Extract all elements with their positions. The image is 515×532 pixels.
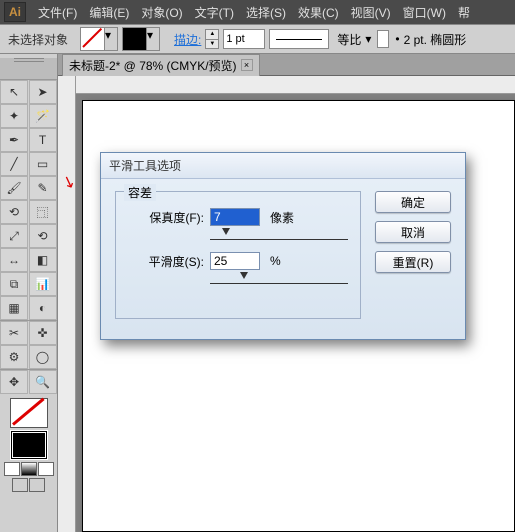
menu-file[interactable]: 文件(F) bbox=[32, 4, 83, 21]
proportion-label[interactable]: 等比 bbox=[337, 31, 361, 48]
spinner-up-icon[interactable]: ▲ bbox=[206, 30, 218, 40]
smoothness-label: 平滑度(S): bbox=[128, 253, 204, 270]
none-mode-icon[interactable] bbox=[38, 462, 54, 476]
free-transform-tool[interactable]: ◧ bbox=[29, 248, 57, 272]
fill-dropdown-icon[interactable]: ▾ bbox=[105, 28, 117, 50]
smoothness-slider[interactable] bbox=[210, 276, 348, 284]
screen-mode-icon[interactable] bbox=[12, 478, 28, 492]
pen-tool[interactable]: ✒ bbox=[0, 128, 28, 152]
fidelity-slider[interactable] bbox=[210, 232, 348, 240]
menu-object[interactable]: 对象(O) bbox=[135, 4, 188, 21]
proportion-dropdown-icon[interactable]: ▾ bbox=[365, 32, 371, 46]
stroke-color-swatch[interactable] bbox=[10, 430, 48, 460]
smoothness-unit: % bbox=[270, 254, 281, 268]
control-bar: 未选择对象 ▾ ▾ 描边: ▲▼ 等比 ▾ • 2 pt. 椭圆形 bbox=[0, 24, 515, 54]
stroke-dropdown-icon[interactable]: ▾ bbox=[147, 28, 159, 50]
separator-icon bbox=[377, 30, 389, 48]
document-tab-bar: 未标题-2* @ 78% (CMYK/预览) × bbox=[0, 54, 515, 76]
screen-mode-icon[interactable] bbox=[29, 478, 45, 492]
type-tool[interactable]: T bbox=[29, 128, 57, 152]
cancel-button[interactable]: 取消 bbox=[375, 221, 451, 243]
menubar: Ai 文件(F) 编辑(E) 对象(O) 文字(T) 选择(S) 效果(C) 视… bbox=[0, 0, 515, 24]
color-mode-icon[interactable] bbox=[4, 462, 20, 476]
dot-icon: • bbox=[395, 32, 399, 46]
width-tool[interactable]: ↔ bbox=[0, 248, 28, 272]
stroke-swatch-group[interactable]: ▾ bbox=[122, 27, 160, 51]
menu-view[interactable]: 视图(V) bbox=[345, 4, 397, 21]
reset-button[interactable]: 重置(R) bbox=[375, 251, 451, 273]
pencil-tool[interactable]: ✎ bbox=[29, 176, 57, 200]
menu-window[interactable]: 窗口(W) bbox=[397, 4, 452, 21]
eraser-tool[interactable]: ⿹ bbox=[29, 200, 57, 224]
fidelity-label: 保真度(F): bbox=[128, 209, 204, 226]
rotate-tool[interactable]: ⤢ bbox=[0, 224, 28, 248]
dialog-title[interactable]: 平滑工具选项 bbox=[101, 153, 465, 179]
menu-select[interactable]: 选择(S) bbox=[240, 4, 292, 21]
toolbox: ↖ ➤ ✦ 🪄 ✒ T ╱ ▭ 🖌 ✎ ⟲ ⿹ ⤢ ⟲ ↔ ◧ ⧉ 📊 ▦ ◐ … bbox=[0, 54, 58, 532]
fill-color-swatch[interactable] bbox=[10, 398, 48, 428]
fidelity-unit: 像素 bbox=[270, 209, 294, 226]
stroke-style-preview[interactable] bbox=[269, 29, 329, 49]
fidelity-input[interactable] bbox=[210, 208, 260, 226]
rectangle-tool[interactable]: ▭ bbox=[29, 152, 57, 176]
lasso-tool[interactable]: 🪄 bbox=[29, 104, 57, 128]
toolbox-handle[interactable] bbox=[0, 58, 57, 80]
eyedropper-tool[interactable]: ✂ bbox=[0, 321, 28, 345]
artboard-tool[interactable]: ✥ bbox=[0, 370, 28, 394]
selection-tool[interactable]: ↖ bbox=[0, 80, 28, 104]
menu-effect[interactable]: 效果(C) bbox=[292, 4, 345, 21]
slider-thumb-icon[interactable] bbox=[222, 228, 230, 235]
zoom-tool[interactable]: 🔍 bbox=[29, 370, 57, 394]
tolerance-group: 容差 保真度(F): 像素 平滑度(S): % bbox=[115, 191, 361, 319]
selection-label: 未选择对象 bbox=[8, 31, 68, 48]
ruler-horizontal[interactable] bbox=[76, 76, 515, 94]
mesh-tool[interactable]: ▦ bbox=[0, 296, 28, 320]
gradient-tool[interactable]: ◐ bbox=[29, 296, 57, 320]
stroke-weight-input[interactable] bbox=[223, 29, 265, 49]
ruler-vertical[interactable] bbox=[58, 76, 76, 532]
column-graph-tool[interactable]: ◯ bbox=[29, 345, 57, 369]
app-logo: Ai bbox=[4, 2, 26, 22]
perspective-grid-tool[interactable]: 📊 bbox=[29, 272, 57, 296]
stroke-weight-spinner[interactable]: ▲▼ bbox=[205, 29, 219, 49]
menu-type[interactable]: 文字(T) bbox=[189, 4, 240, 21]
menu-help[interactable]: 帮 bbox=[452, 4, 476, 21]
shape-builder-tool[interactable]: ⧉ bbox=[0, 272, 28, 296]
stroke-black-icon[interactable] bbox=[123, 28, 147, 50]
blend-tool[interactable]: ✜ bbox=[29, 321, 57, 345]
ok-button[interactable]: 确定 bbox=[375, 191, 451, 213]
menu-edit[interactable]: 编辑(E) bbox=[83, 4, 135, 21]
gradient-mode-icon[interactable] bbox=[21, 462, 37, 476]
direct-selection-tool[interactable]: ➤ bbox=[29, 80, 57, 104]
slider-thumb-icon[interactable] bbox=[240, 272, 248, 279]
smoothness-input[interactable] bbox=[210, 252, 260, 270]
document-tab[interactable]: 未标题-2* @ 78% (CMYK/预览) × bbox=[62, 54, 260, 76]
stroke-label[interactable]: 描边: bbox=[174, 31, 201, 48]
smooth-tool-options-dialog: 平滑工具选项 容差 保真度(F): 像素 平滑度(S): % 确定 取消 重置(… bbox=[100, 152, 466, 340]
scale-tool[interactable]: ⟲ bbox=[29, 224, 57, 248]
document-tab-label: 未标题-2* @ 78% (CMYK/预览) bbox=[69, 57, 237, 74]
color-swatches bbox=[0, 394, 57, 496]
spinner-down-icon[interactable]: ▼ bbox=[206, 40, 218, 49]
symbol-sprayer-tool[interactable]: ⚙ bbox=[0, 345, 28, 369]
blob-brush-tool[interactable]: ⟲ bbox=[0, 200, 28, 224]
paintbrush-tool[interactable]: 🖌 bbox=[0, 176, 28, 200]
close-icon[interactable]: × bbox=[241, 59, 253, 71]
tolerance-group-label: 容差 bbox=[124, 184, 156, 201]
fill-none-icon[interactable] bbox=[81, 28, 105, 50]
line-tool[interactable]: ╱ bbox=[0, 152, 28, 176]
brush-preset-label[interactable]: 2 pt. 椭圆形 bbox=[404, 31, 467, 48]
magic-wand-tool[interactable]: ✦ bbox=[0, 104, 28, 128]
fill-swatch-group[interactable]: ▾ bbox=[80, 27, 118, 51]
